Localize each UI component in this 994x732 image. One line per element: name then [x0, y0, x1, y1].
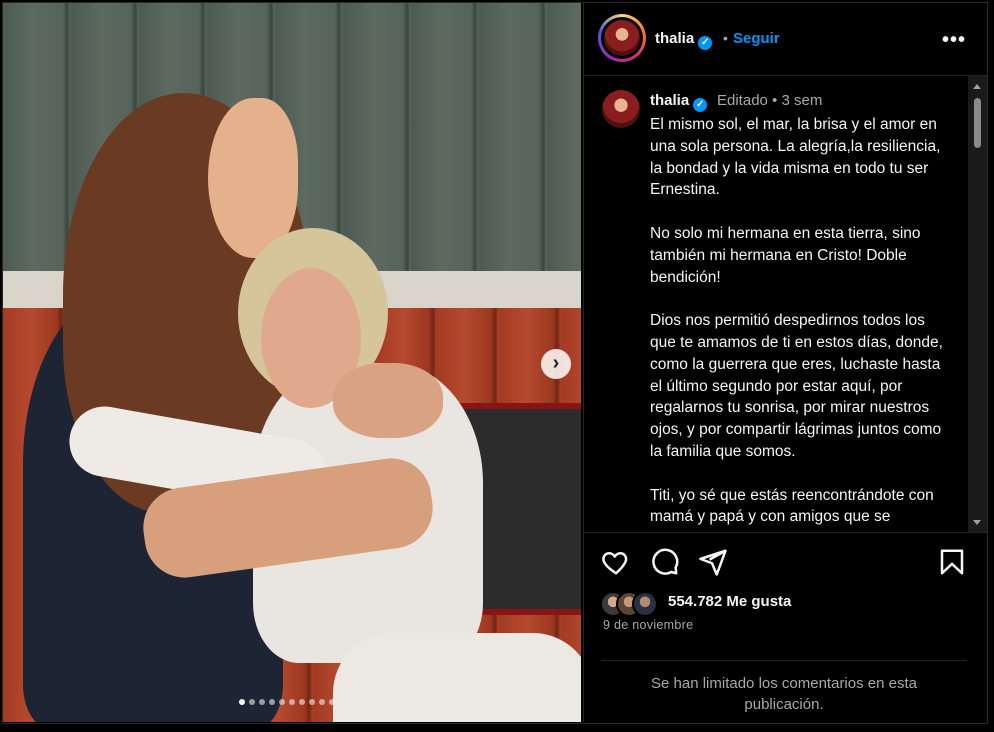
share-icon[interactable]: [698, 547, 728, 577]
carousel-dot: [309, 699, 315, 705]
post-side-panel: thalia ✓ • Seguir ••• thalia ✓ Editado • 3…: [583, 3, 987, 722]
caption-scrollbar[interactable]: [968, 76, 987, 532]
carousel-dot: [299, 699, 305, 705]
follow-button[interactable]: Seguir: [733, 30, 780, 47]
carousel-dot: [289, 699, 295, 705]
liker-avatar: [632, 591, 658, 617]
caption-text: El mismo sol, el mar, la brisa y el amor…: [650, 116, 943, 526]
carousel-indicator: [239, 699, 335, 705]
carousel-dot: [239, 699, 245, 705]
likes-count[interactable]: 554.782 Me gusta: [668, 593, 791, 610]
caption-avatar[interactable]: [602, 90, 640, 128]
post-actions: 554.782 Me gusta 9 de noviembre Se han l…: [584, 532, 987, 723]
scroll-up-arrow[interactable]: [973, 84, 981, 89]
verified-icon: ✓: [698, 36, 713, 50]
post-photo[interactable]: ›: [3, 3, 581, 722]
carousel-dot: [329, 699, 335, 705]
caption-area: thalia ✓ Editado • 3 sem El mismo sol, el…: [584, 76, 969, 532]
scroll-down-arrow[interactable]: [973, 520, 981, 525]
post-header: thalia ✓ • Seguir •••: [584, 3, 987, 76]
carousel-dot: [259, 699, 265, 705]
header-separator: •: [723, 30, 728, 46]
verified-icon: ✓: [693, 98, 708, 112]
avatar[interactable]: [598, 14, 646, 62]
carousel-dot: [279, 699, 285, 705]
photo-blanket: [333, 633, 581, 722]
avatar-image: [604, 20, 640, 56]
header-username[interactable]: thalia ✓: [655, 30, 713, 50]
comments-limited-notice: Se han limitado los comentarios en esta …: [651, 675, 917, 713]
more-icon[interactable]: •••: [942, 29, 966, 52]
carousel-dot: [249, 699, 255, 705]
carousel-dot: [319, 699, 325, 705]
divider: [601, 660, 967, 661]
comment-icon[interactable]: [650, 547, 680, 577]
save-icon[interactable]: [937, 547, 967, 577]
carousel-next-button[interactable]: ›: [541, 349, 571, 379]
photo-hand: [333, 363, 443, 438]
scroll-thumb[interactable]: [974, 98, 981, 148]
caption-meta: Editado • 3 sem: [717, 92, 823, 109]
post-date: 9 de noviembre: [603, 618, 694, 632]
caption-username[interactable]: thalia ✓: [650, 92, 708, 112]
heart-icon[interactable]: [601, 547, 631, 577]
carousel-dot: [269, 699, 275, 705]
